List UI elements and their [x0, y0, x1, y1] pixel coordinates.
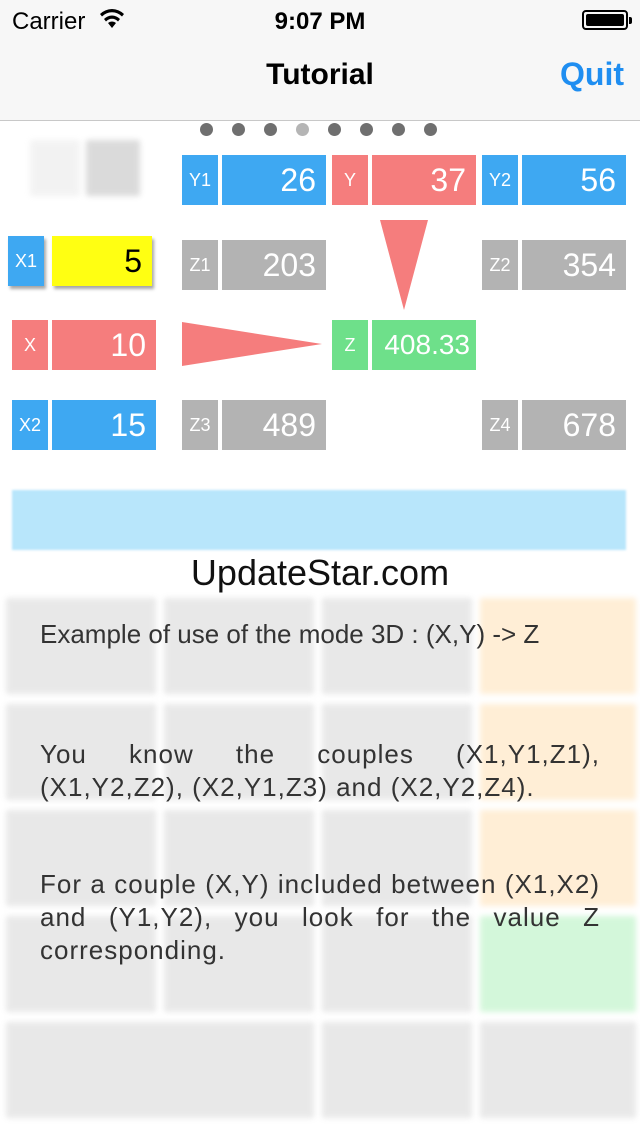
battery-icon: [582, 10, 632, 30]
tutorial-paragraph-2: You know the couples (X1,Y1,Z1), (X1,Y2,…: [40, 739, 600, 802]
status-bar: Carrier 9:07 PM: [0, 0, 640, 40]
display-bar-background: [12, 490, 626, 550]
keypad-background: [0, 592, 640, 1122]
page-dot[interactable]: [360, 123, 373, 136]
z3-value[interactable]: 489: [222, 400, 326, 450]
arrow-down-icon: [380, 220, 428, 310]
tutorial-paragraph-1: Example of use of the mode 3D : (X,Y) ->…: [40, 619, 540, 649]
page-title: Tutorial: [266, 58, 374, 91]
status-time: 9:07 PM: [274, 8, 366, 35]
z1-tag: Z1: [182, 240, 218, 290]
x1-value-input[interactable]: 5: [52, 236, 152, 286]
page-dot[interactable]: [392, 123, 405, 136]
page-dot[interactable]: [200, 123, 213, 136]
navigation-bar: Tutorial Quit: [0, 40, 640, 121]
z1-value[interactable]: 203: [222, 240, 326, 290]
page-control[interactable]: [200, 123, 440, 137]
x-tag: X: [12, 320, 48, 370]
page-dot-active[interactable]: [296, 123, 309, 136]
z4-tag: Z4: [482, 400, 518, 450]
page-dot[interactable]: [424, 123, 437, 136]
tutorial-paragraph-3: For a couple (X,Y) included between (X1,…: [40, 869, 600, 965]
page-dot[interactable]: [232, 123, 245, 136]
page-dot[interactable]: [264, 123, 277, 136]
x2-value[interactable]: 15: [52, 400, 156, 450]
y-tag: Y: [332, 155, 368, 205]
y1-value[interactable]: 26: [222, 155, 326, 205]
z2-tag: Z2: [482, 240, 518, 290]
y2-tag: Y2: [482, 155, 518, 205]
z-tag: Z: [332, 320, 368, 370]
watermark-text: UpdateStar.com: [190, 552, 450, 593]
page-dot[interactable]: [328, 123, 341, 136]
y-value[interactable]: 37: [372, 155, 476, 205]
z2-value[interactable]: 354: [522, 240, 626, 290]
x1-tag: X1: [8, 236, 44, 286]
y1-tag: Y1: [182, 155, 218, 205]
z4-value[interactable]: 678: [522, 400, 626, 450]
z3-tag: Z3: [182, 400, 218, 450]
x-value[interactable]: 10: [52, 320, 156, 370]
quit-button[interactable]: Quit: [560, 56, 624, 93]
arrow-right-icon: [182, 322, 322, 366]
mode-toggle-background: [30, 140, 140, 196]
x2-tag: X2: [12, 400, 48, 450]
y2-value[interactable]: 56: [522, 155, 626, 205]
z-result-value[interactable]: 408.33: [372, 320, 476, 370]
